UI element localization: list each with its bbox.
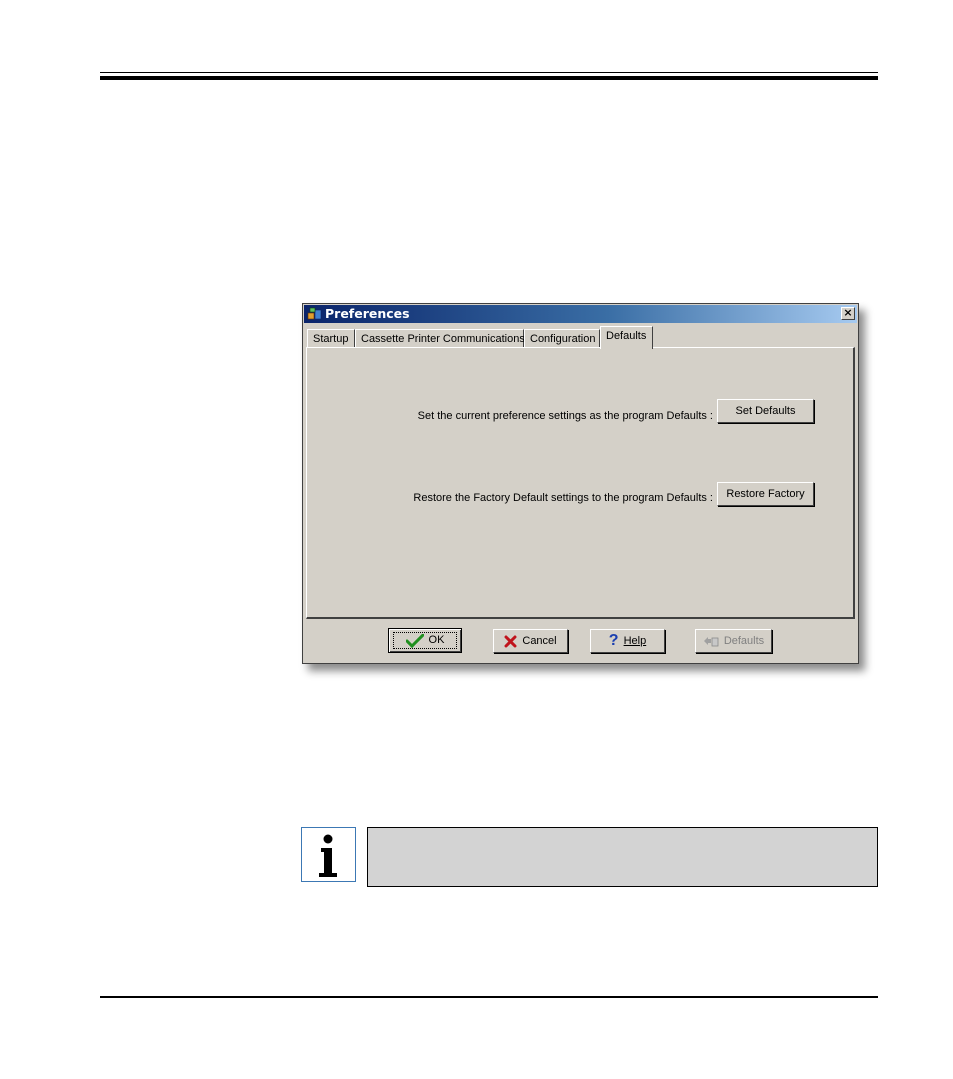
info-note-icon-box: [301, 827, 356, 882]
close-button[interactable]: ×: [841, 307, 855, 320]
focus-rectangle: [393, 632, 457, 649]
cancel-label: Cancel: [522, 635, 557, 648]
restore-factory-button[interactable]: Restore Factory: [717, 482, 814, 506]
preferences-dialog: Preferences × Startup Cassette Printer C…: [302, 303, 859, 664]
defaults-button[interactable]: Defaults: [695, 629, 772, 653]
set-defaults-button[interactable]: Set Defaults: [717, 399, 814, 423]
info-icon: [319, 834, 337, 877]
tab-startup[interactable]: Startup: [307, 329, 355, 347]
footer-rule: [100, 996, 878, 998]
ok-button[interactable]: OK: [388, 628, 462, 653]
help-label: Help: [623, 635, 647, 648]
question-mark-icon: ?: [608, 632, 619, 650]
header-rule-thin: [100, 72, 878, 73]
help-button[interactable]: ? Help: [590, 629, 665, 653]
dialog-title: Preferences: [325, 306, 410, 321]
defaults-label: Defaults: [723, 635, 765, 648]
tab-defaults[interactable]: Defaults: [600, 326, 653, 349]
tab-cassette-printer-communications[interactable]: Cassette Printer Communications: [355, 329, 525, 347]
defaults-panel: Set the current preference settings as t…: [306, 347, 855, 619]
set-defaults-label: Set the current preference settings as t…: [417, 410, 713, 422]
info-note-box: [367, 827, 878, 887]
defaults-icon: [703, 636, 719, 646]
tab-configuration[interactable]: Configuration: [524, 329, 600, 347]
restore-factory-label: Restore the Factory Default settings to …: [413, 492, 713, 504]
x-mark-icon: [504, 635, 517, 648]
cancel-button[interactable]: Cancel: [493, 629, 568, 653]
app-icon: [307, 307, 322, 320]
header-rule-thick: [100, 76, 878, 80]
title-bar[interactable]: Preferences ×: [304, 305, 857, 323]
